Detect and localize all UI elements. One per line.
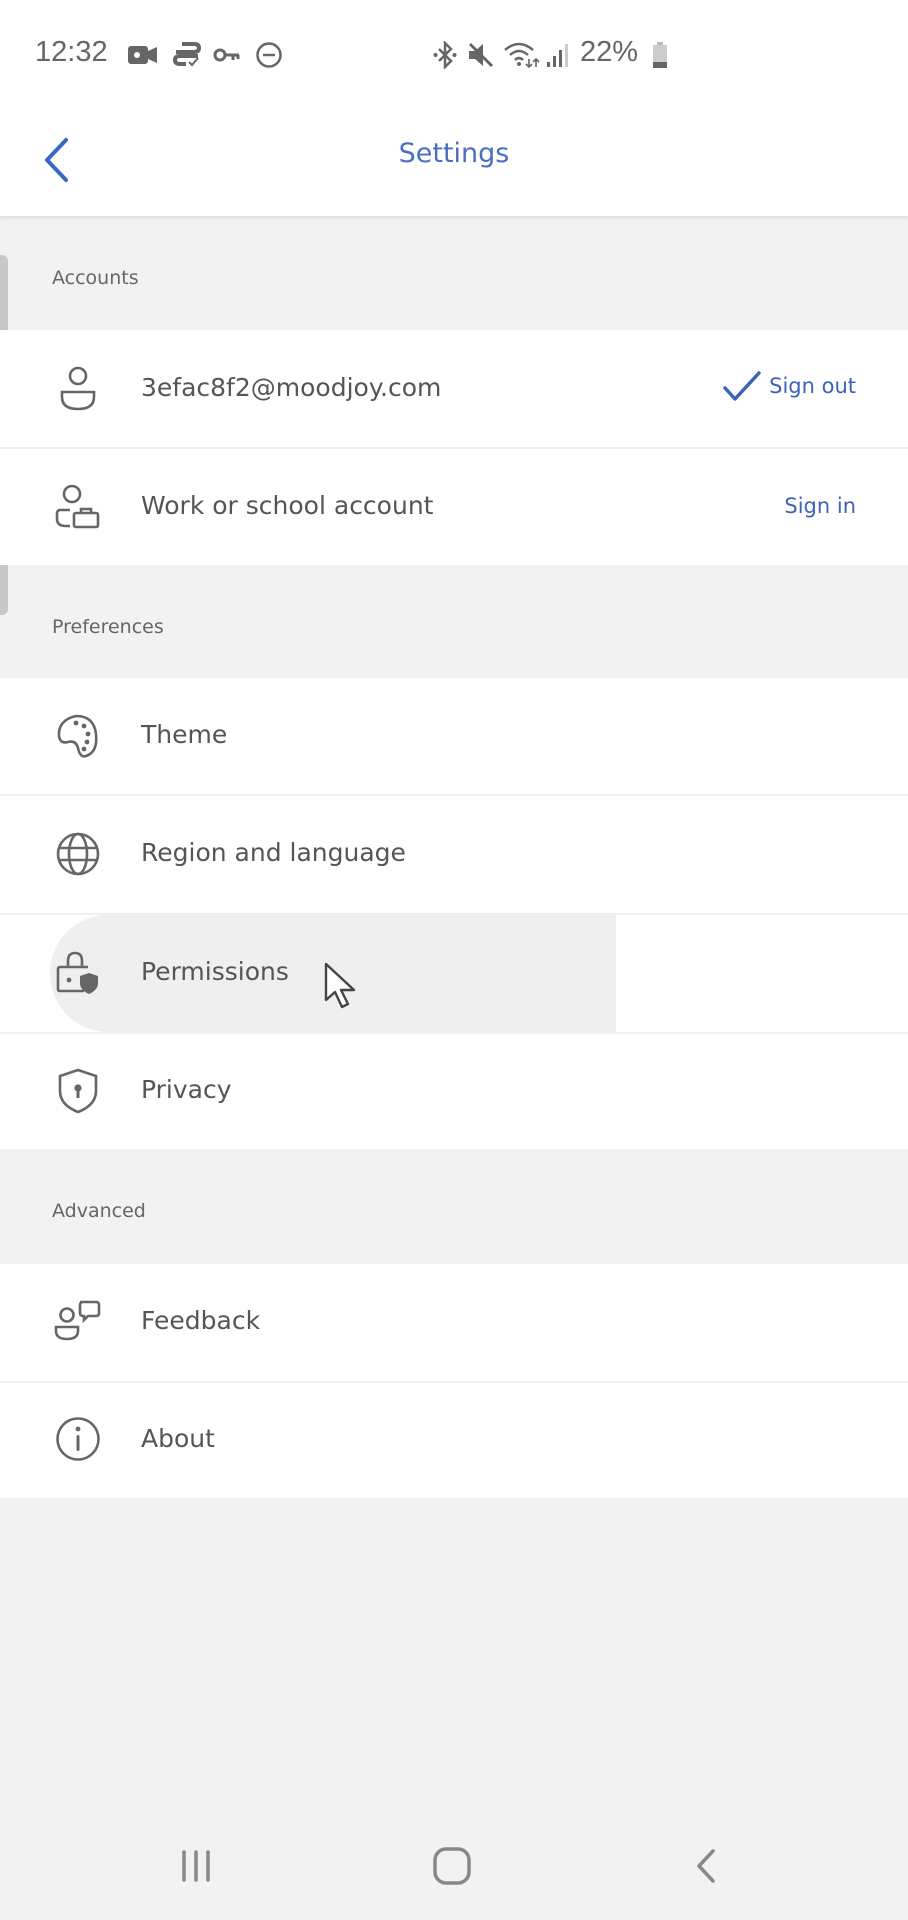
feedback-label: Feedback [141,1306,261,1335]
app-header: Settings [0,106,908,216]
signal-icon [545,40,571,70]
back-icon [697,1849,715,1883]
theme-row[interactable]: Theme [0,678,908,794]
recents-icon [182,1850,210,1882]
shield-keyhole-icon [52,1065,104,1117]
work-account-icon [52,481,104,533]
region-language-row[interactable]: Region and language [0,796,908,913]
about-label: About [141,1424,215,1453]
privacy-label: Privacy [141,1075,232,1104]
region-language-label: Region and language [141,838,406,867]
account-email: 3efac8f2@moodjoy.com [141,373,442,402]
mute-icon [465,40,495,70]
status-bar: 12:32 22% [0,0,908,106]
bluetooth-icon [432,40,458,70]
battery-icon [651,40,669,70]
lock-shield-icon [52,947,104,999]
status-time: 12:32 [35,36,108,68]
person-icon [52,363,104,415]
about-row[interactable]: About [0,1383,908,1498]
do-not-disturb-icon [254,40,284,70]
pressed-ripple [50,915,616,1032]
checkmark-icon [722,370,764,406]
permissions-label: Permissions [141,957,289,986]
palette-icon [52,710,104,762]
work-account-row[interactable]: Work or school account Sign in [0,449,908,565]
section-header-advanced: Advanced [52,1200,146,1222]
feedback-row[interactable]: Feedback [0,1264,908,1381]
info-icon [52,1413,104,1465]
work-account-label: Work or school account [141,491,434,520]
sign-in-button[interactable]: Sign in [784,494,856,518]
sign-out-button[interactable]: Sign out [769,374,856,398]
section-header-preferences: Preferences [52,616,164,638]
wifi-icon [502,40,542,70]
globe-icon [52,828,104,880]
page-title: Settings [398,138,510,169]
privacy-row[interactable]: Privacy [0,1034,908,1149]
system-back-button[interactable] [676,1840,736,1892]
vpn-key-icon [213,40,241,70]
video-camera-icon [126,40,160,70]
section-header-accounts: Accounts [52,267,139,289]
home-icon [433,1847,471,1885]
account-row[interactable]: 3efac8f2@moodjoy.com Sign out [0,330,908,448]
theme-label: Theme [141,720,228,749]
home-button[interactable] [422,1840,482,1892]
feedback-icon [52,1296,104,1348]
permissions-row[interactable]: Permissions [0,915,908,1032]
battery-percent: 22% [580,36,639,68]
recents-button[interactable] [166,1840,226,1892]
sync-data-icon [170,40,204,70]
